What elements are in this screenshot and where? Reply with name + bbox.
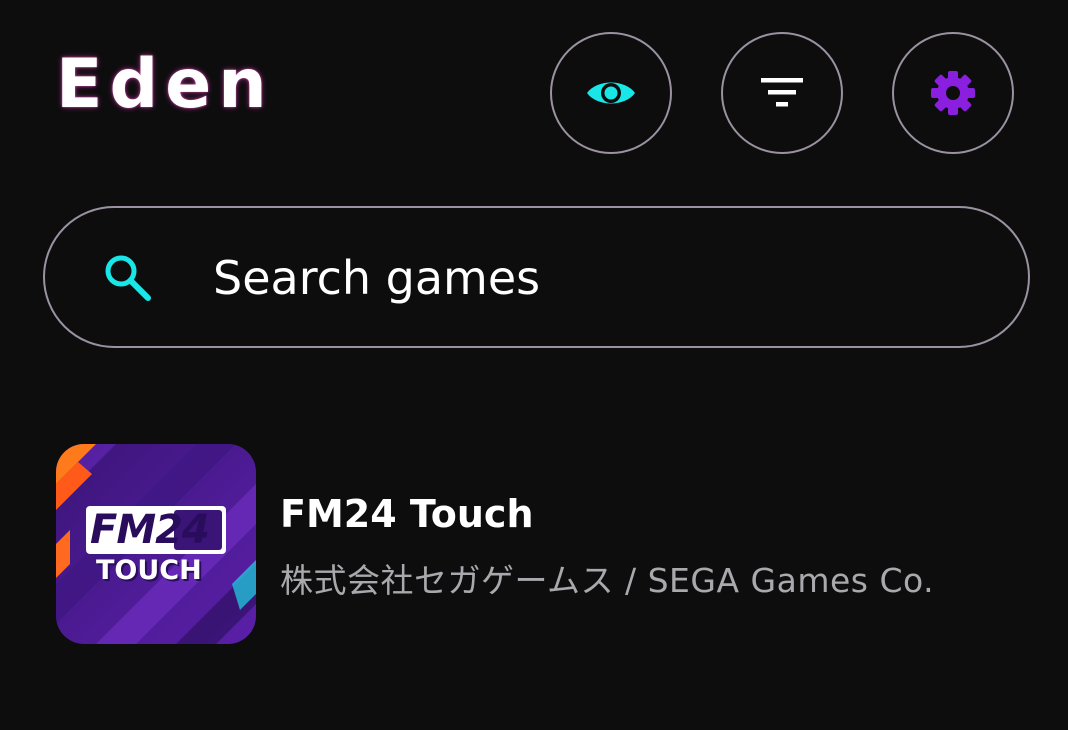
game-icon: FM24 TOUCH: [56, 444, 256, 644]
game-list-item[interactable]: FM24 TOUCH FM24 Touch 株式会社セガゲームス / SEGA …: [56, 444, 1016, 644]
filter-button[interactable]: [721, 32, 843, 154]
game-developer: 株式会社セガゲームス / SEGA Games Co.: [280, 561, 935, 600]
toggle-visibility-button[interactable]: [550, 32, 672, 154]
app-title: Eden: [56, 45, 274, 124]
eye-icon: [587, 82, 635, 104]
game-title: FM24 Touch: [280, 492, 534, 536]
filter-icon: [761, 78, 803, 107]
search-icon: [103, 253, 153, 303]
game-icon-text-bottom: TOUCH: [96, 555, 202, 586]
search-bar[interactable]: [43, 206, 1030, 348]
settings-button[interactable]: [892, 32, 1014, 154]
search-input[interactable]: [213, 238, 973, 318]
app-screen: Eden Search games FM24 TOUCH FM24 Touch …: [0, 0, 1068, 730]
gear-icon: [931, 71, 975, 115]
game-icon-text-top: FM24: [90, 507, 210, 553]
